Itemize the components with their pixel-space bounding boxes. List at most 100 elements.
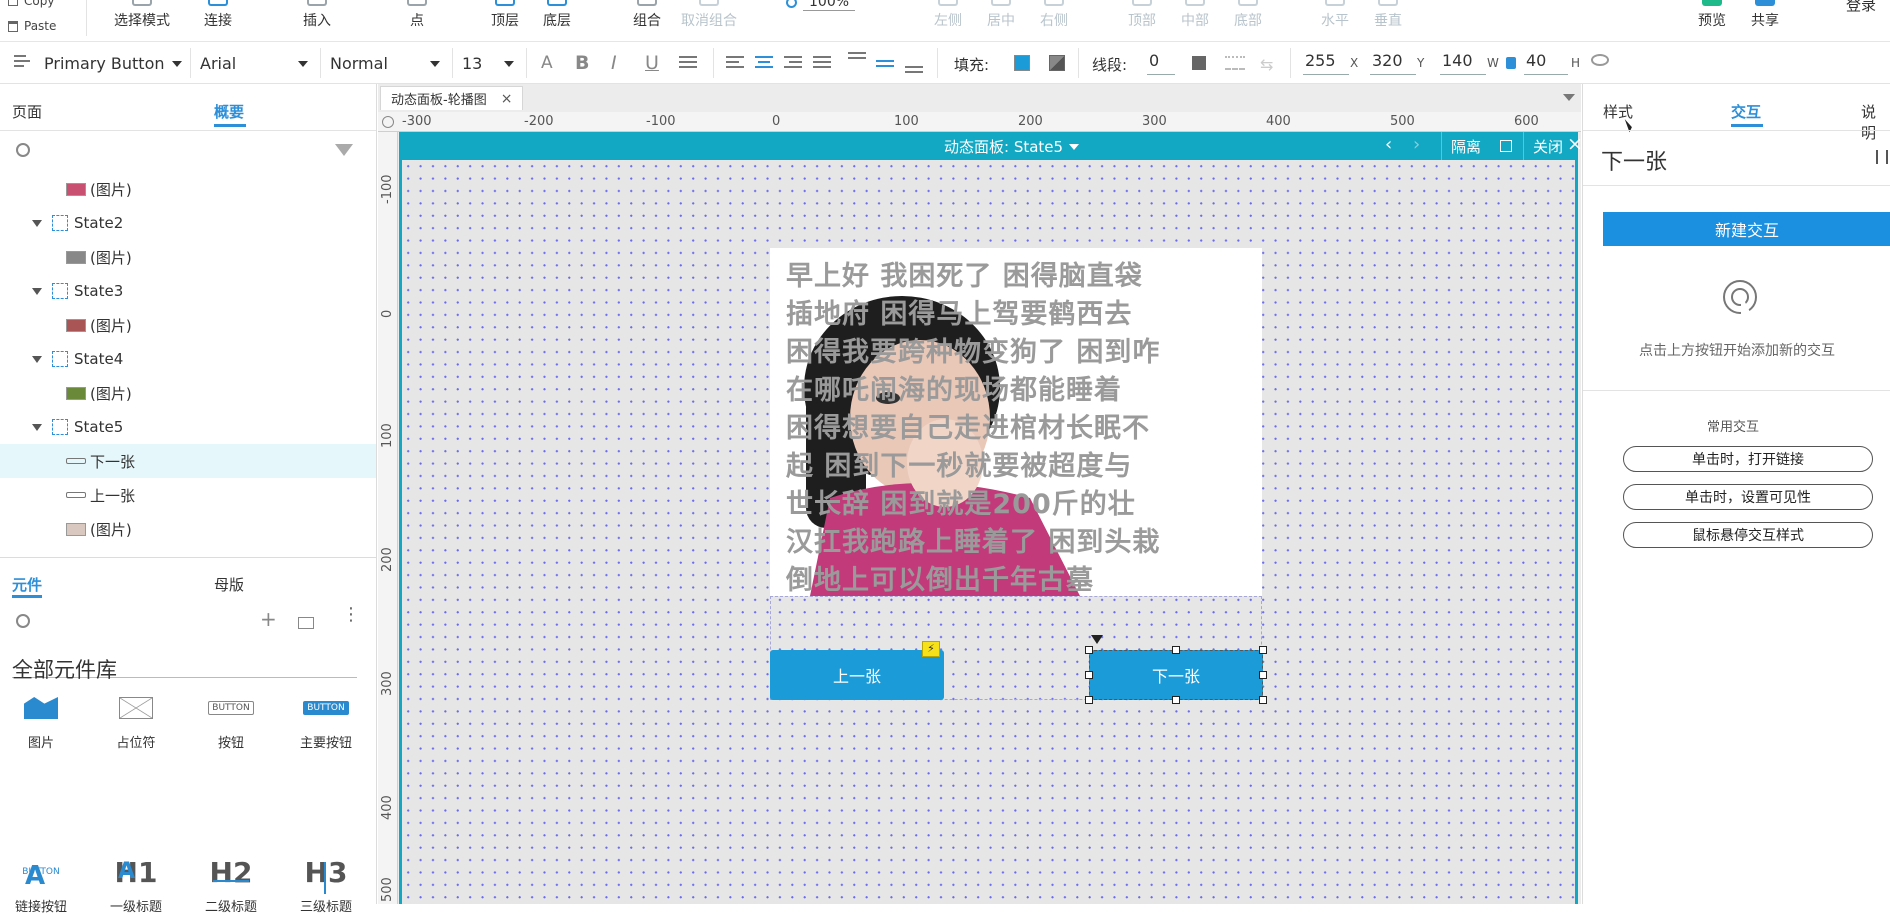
tab-outline[interactable]: 概要 bbox=[214, 101, 244, 122]
insert-button[interactable]: 插入 bbox=[303, 0, 331, 42]
valign-top-icon[interactable] bbox=[848, 52, 866, 66]
chevron-down-icon[interactable] bbox=[1563, 94, 1575, 101]
align-text-right-icon[interactable] bbox=[784, 56, 802, 70]
stroke-width-input[interactable]: 0 bbox=[1147, 51, 1175, 75]
close-panel-button[interactable]: 关闭 bbox=[1533, 136, 1563, 157]
hover-style-button[interactable]: 鼠标悬停交互样式 bbox=[1623, 522, 1873, 548]
resize-handle[interactable] bbox=[1085, 696, 1093, 704]
list-item[interactable]: (图片) bbox=[0, 240, 376, 274]
distribute-horizontal-button[interactable]: 水平 bbox=[1321, 0, 1349, 42]
align-text-justify-icon[interactable] bbox=[813, 56, 831, 70]
send-back-button[interactable]: 底层 bbox=[543, 0, 571, 42]
isolate-button[interactable]: 隔离 bbox=[1451, 136, 1481, 157]
widget-button[interactable]: BUTTON 按钮 bbox=[186, 688, 276, 751]
previous-state-icon[interactable]: ‹ bbox=[1385, 134, 1392, 155]
width-input[interactable]: 140 bbox=[1440, 51, 1486, 75]
align-bottom-button[interactable]: 底部 bbox=[1234, 0, 1262, 42]
onclick-open-link-button[interactable]: 单击时，打开链接 bbox=[1623, 446, 1873, 472]
resize-handle[interactable] bbox=[1259, 671, 1267, 679]
next-button[interactable]: 下一张 bbox=[1089, 650, 1263, 700]
tab-notes[interactable]: 说明 bbox=[1861, 101, 1890, 143]
stroke-pattern-icon[interactable] bbox=[1225, 56, 1245, 70]
resize-handle[interactable] bbox=[1085, 646, 1093, 654]
add-icon[interactable]: + bbox=[260, 607, 277, 631]
paste-button[interactable]: Paste bbox=[8, 19, 56, 33]
valign-bottom-icon[interactable] bbox=[905, 66, 923, 80]
library-icon[interactable] bbox=[298, 617, 314, 629]
group-button[interactable]: 组合 bbox=[633, 0, 661, 42]
align-right-button[interactable]: 右侧 bbox=[1040, 0, 1068, 42]
widget-placeholder[interactable]: 占位符 bbox=[91, 688, 181, 751]
prev-button[interactable]: 上一张 bbox=[770, 650, 944, 700]
shadow-icon[interactable] bbox=[1049, 55, 1065, 71]
font-weight-select[interactable]: Normal bbox=[330, 50, 446, 76]
carousel-image[interactable]: 早上好 我困死了 困得脑直袋 插地府 困得马上驾要鹤西去 困得我要跨种物变狗了 … bbox=[770, 248, 1262, 596]
interaction-badge-icon[interactable]: ⚡ bbox=[922, 641, 940, 657]
connect-button[interactable]: 连接 bbox=[204, 0, 232, 42]
align-top-button[interactable]: 顶部 bbox=[1128, 0, 1156, 42]
x-input[interactable]: 255 bbox=[1303, 51, 1349, 75]
height-input[interactable]: 40 bbox=[1524, 51, 1568, 75]
bring-front-button[interactable]: 顶层 bbox=[491, 0, 519, 42]
y-input[interactable]: 320 bbox=[1370, 51, 1416, 75]
preview-button[interactable]: 预览 bbox=[1698, 0, 1726, 42]
share-button[interactable]: 共享 bbox=[1751, 0, 1779, 42]
search-icon[interactable] bbox=[16, 614, 30, 628]
library-select[interactable]: 全部元件库 bbox=[12, 654, 357, 682]
point-button[interactable]: 点 bbox=[407, 0, 427, 42]
zoom-select[interactable]: 100% bbox=[786, 0, 856, 11]
expand-icon[interactable] bbox=[32, 423, 42, 431]
tab-widgets[interactable]: 元件 bbox=[12, 574, 42, 595]
list-item[interactable]: State5 bbox=[0, 410, 376, 444]
tab-masters[interactable]: 母版 bbox=[214, 574, 244, 595]
font-color-icon[interactable]: A bbox=[541, 52, 553, 74]
align-text-left-icon[interactable] bbox=[726, 56, 744, 70]
resize-handle[interactable] bbox=[1259, 696, 1267, 704]
align-left-button[interactable]: 左侧 bbox=[934, 0, 962, 42]
fill-color-swatch[interactable] bbox=[1014, 55, 1030, 71]
login-button[interactable]: 登录 bbox=[1846, 0, 1876, 15]
expand-icon[interactable] bbox=[32, 287, 42, 295]
vertical-line-widget-icon[interactable] bbox=[324, 862, 326, 894]
stroke-color-swatch[interactable] bbox=[1192, 56, 1206, 70]
tab-pages[interactable]: 页面 bbox=[12, 101, 42, 122]
font-size-select[interactable]: 13 bbox=[462, 50, 520, 76]
list-item[interactable]: (图片) bbox=[0, 308, 376, 342]
align-text-center-icon[interactable] bbox=[755, 56, 773, 70]
copy-button[interactable]: Copy bbox=[8, 0, 54, 8]
onclick-set-visibility-button[interactable]: 单击时，设置可见性 bbox=[1623, 484, 1873, 510]
resize-handle[interactable] bbox=[1172, 646, 1180, 654]
expand-icon[interactable] bbox=[32, 219, 42, 227]
paragraph-widget-icon[interactable]: A bbox=[118, 861, 154, 894]
close-icon[interactable]: × bbox=[501, 91, 513, 107]
tab-interaction[interactable]: 交互 bbox=[1731, 101, 1761, 122]
widget-h3[interactable]: H3 三级标题 bbox=[281, 852, 371, 915]
horizontal-line-widget-icon[interactable] bbox=[213, 880, 249, 882]
visibility-icon[interactable] bbox=[1591, 54, 1609, 66]
widget-image[interactable]: 图片 bbox=[0, 688, 86, 751]
list-item[interactable]: (图片) bbox=[0, 512, 376, 546]
list-item[interactable]: 上一张 bbox=[0, 478, 376, 512]
list-item[interactable]: 下一张 bbox=[0, 444, 376, 478]
align-middle-button[interactable]: 中部 bbox=[1181, 0, 1209, 42]
panel-state-select[interactable]: 动态面板: State5 bbox=[944, 136, 1080, 157]
italic-icon[interactable]: I bbox=[611, 52, 617, 74]
next-state-icon[interactable]: › bbox=[1413, 134, 1420, 155]
filter-icon[interactable] bbox=[335, 144, 353, 156]
lock-icon[interactable] bbox=[1506, 57, 1516, 69]
resize-handle[interactable] bbox=[1172, 696, 1180, 704]
style-select[interactable]: Primary Button bbox=[44, 50, 188, 76]
bullet-list-icon[interactable] bbox=[679, 56, 697, 70]
distribute-vertical-button[interactable]: 垂直 bbox=[1374, 0, 1402, 42]
valign-middle-icon[interactable] bbox=[876, 60, 894, 74]
bold-icon[interactable]: B bbox=[575, 52, 589, 74]
resize-handle[interactable] bbox=[1259, 646, 1267, 654]
new-interaction-button[interactable]: 新建交互 bbox=[1603, 212, 1890, 246]
widget-h2[interactable]: H2 二级标题 bbox=[186, 852, 276, 915]
widget-primary-button[interactable]: BUTTON 主要按钮 bbox=[281, 688, 371, 751]
settings-icon[interactable] bbox=[1876, 150, 1888, 164]
widget-name[interactable]: 下一张 bbox=[1601, 144, 1667, 176]
list-item[interactable]: State3 bbox=[0, 274, 376, 308]
rotate-handle-icon[interactable] bbox=[1091, 635, 1103, 644]
list-item[interactable]: (图片) bbox=[0, 172, 376, 206]
